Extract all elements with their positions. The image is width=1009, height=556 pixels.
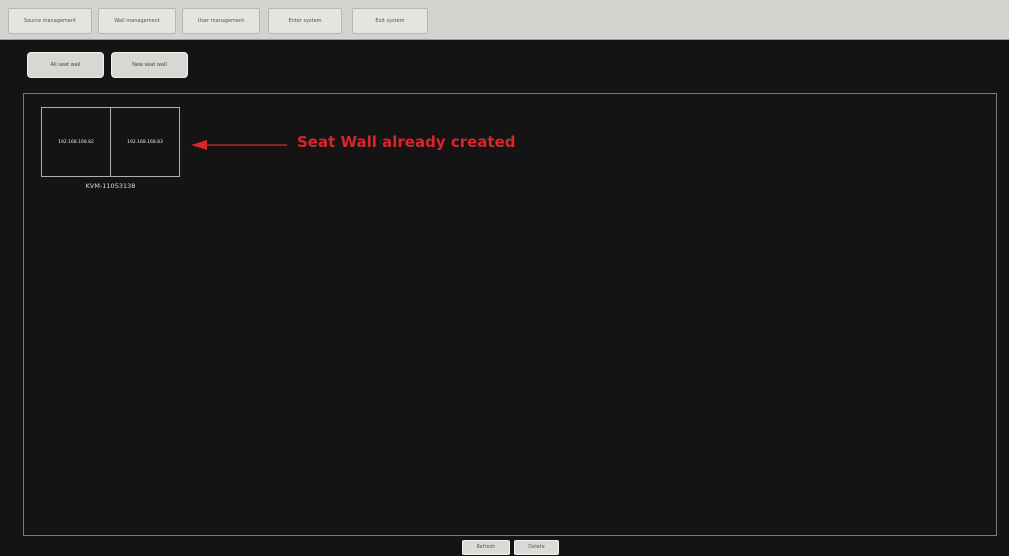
enter-system-button[interactable]: Enter system <box>268 8 342 34</box>
wall-management-button[interactable]: Wall management <box>98 8 176 34</box>
left-arrow-icon <box>191 140 287 150</box>
new-seat-wall-button[interactable]: New seat wall <box>111 52 188 78</box>
user-management-button[interactable]: User management <box>182 8 260 34</box>
exit-system-button[interactable]: Exit system <box>352 8 428 34</box>
seat-wall-thumbnail[interactable]: 192.168.168.82 192.168.168.83 <box>41 107 180 177</box>
source-management-button[interactable]: Source management <box>8 8 92 34</box>
delete-button[interactable]: Delete <box>514 540 559 555</box>
refresh-button[interactable]: Refresh <box>462 540 510 555</box>
top-menu-bar: Source management Wall management User m… <box>0 0 1009 40</box>
wall-screen-2: 192.168.168.83 <box>110 108 179 176</box>
wall-screen-1: 192.168.168.82 <box>58 139 94 145</box>
annotation-label: Seat Wall already created <box>297 133 516 151</box>
seat-wall-name: KVM-11053138 <box>85 182 136 190</box>
all-seat-wall-button[interactable]: All seat wall <box>27 52 104 78</box>
